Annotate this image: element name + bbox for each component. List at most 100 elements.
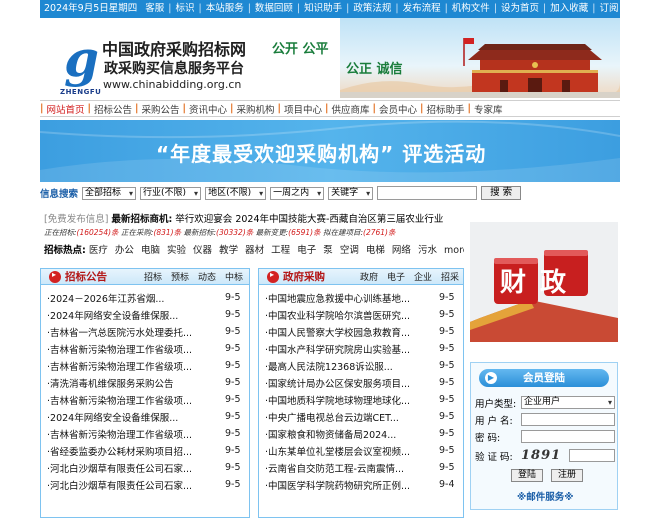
- hot-keyword-link[interactable]: 电子: [297, 245, 316, 256]
- item-title[interactable]: ·中国地震应急救援中心训练基地...: [259, 291, 439, 305]
- list-item[interactable]: ·中国人民警察大学校园急救教育... 9-5: [259, 323, 463, 340]
- list-item[interactable]: ·吉林省一汽总医院污水处理委托... 9-5: [41, 323, 249, 340]
- item-title[interactable]: ·吉林省新污染物治理工作省级项...: [41, 427, 225, 441]
- item-title[interactable]: ·2024－2026年江苏省烟...: [41, 291, 225, 305]
- keyword-input[interactable]: [377, 186, 478, 200]
- login-button[interactable]: 登陆: [511, 469, 544, 482]
- tab-enterprise[interactable]: 企业: [414, 270, 432, 283]
- hot-keyword-link[interactable]: 电脑: [141, 245, 160, 256]
- hot-keyword-link[interactable]: 器材: [245, 245, 264, 256]
- hot-keyword-link[interactable]: 办公: [115, 245, 134, 256]
- topbar-link-agency-docs[interactable]: 机构文件: [448, 0, 494, 18]
- list-item[interactable]: ·河北白沙烟草有限责任公司石家... 9-5: [41, 476, 249, 493]
- tab-awarded[interactable]: 中标: [225, 270, 243, 283]
- nav-item-experts[interactable]: 专家库: [471, 102, 506, 116]
- list-item[interactable]: ·2024年网络安全设备维保服... 9-5: [41, 408, 249, 425]
- nav-item-members[interactable]: 会员中心: [376, 102, 420, 116]
- list-item[interactable]: ·中央广播电视总台云边端CET... 9-5: [259, 408, 463, 425]
- register-button[interactable]: 注册: [551, 469, 584, 482]
- item-title[interactable]: ·吉林省新污染物治理工作省级项...: [41, 359, 225, 373]
- username-input[interactable]: [521, 413, 615, 426]
- item-title[interactable]: ·吉林省一汽总医院污水处理委托...: [41, 325, 225, 339]
- item-title[interactable]: ·2024年网络安全设备维保服...: [41, 308, 225, 322]
- list-item[interactable]: ·中国地质科学院地球物理地球化... 9-5: [259, 391, 463, 408]
- hot-keyword-link[interactable]: 电梯: [366, 245, 385, 256]
- captcha-image[interactable]: 1891: [521, 448, 569, 463]
- list-item[interactable]: ·中国水产科学研究院房山实验基... 9-5: [259, 340, 463, 357]
- bid-type-select[interactable]: 全部招标: [82, 186, 137, 200]
- nav-item-home[interactable]: 网站首页: [43, 102, 87, 116]
- list-item[interactable]: ·最高人民法院12368诉讼服... 9-5: [259, 357, 463, 374]
- topbar-link-policy[interactable]: 政策法规: [349, 0, 395, 18]
- topbar-link-biaoshi[interactable]: 标识: [171, 0, 198, 18]
- region-select[interactable]: 地区(不限): [205, 186, 267, 200]
- tab-pre-bid[interactable]: 预标: [171, 270, 189, 283]
- mail-service-link[interactable]: ※邮件服务※: [517, 489, 573, 503]
- item-title[interactable]: ·中国水产科学研究院房山实验基...: [259, 342, 439, 356]
- hot-keywords-more-link[interactable]: more>>: [444, 245, 464, 256]
- topbar-link-data-review[interactable]: 数据回顾: [251, 0, 297, 18]
- hot-keyword-link[interactable]: 工程: [271, 245, 290, 256]
- item-title[interactable]: ·清洗消毒机维保服务采购公告: [41, 376, 225, 390]
- item-title[interactable]: ·中国农业科学院哈尔滨兽医研究...: [259, 308, 439, 322]
- topbar-link-service[interactable]: 本站服务: [202, 0, 248, 18]
- nav-item-projects[interactable]: 项目中心: [281, 102, 325, 116]
- list-item[interactable]: ·河北白沙烟草有限责任公司石家... 9-5: [41, 459, 249, 476]
- item-title[interactable]: ·2024年网络安全设备维保服...: [41, 410, 225, 424]
- nav-item-procurement[interactable]: 采购公告: [138, 102, 182, 116]
- list-item[interactable]: ·2024－2026年江苏省烟... 9-5: [41, 289, 249, 306]
- hot-keyword-link[interactable]: 网络: [392, 245, 411, 256]
- tab-updates[interactable]: 动态: [198, 270, 216, 283]
- list-item[interactable]: ·云南省自交防范工程-云南震情... 9-5: [259, 459, 463, 476]
- hot-keyword-link[interactable]: 仪器: [193, 245, 212, 256]
- list-item[interactable]: ·国家粮食和物资储备局2024... 9-5: [259, 425, 463, 442]
- finance-promo-image[interactable]: 财政: [470, 222, 618, 342]
- item-title[interactable]: ·河北白沙烟草有限责任公司石家...: [41, 478, 225, 492]
- list-item[interactable]: ·吉林省新污染物治理工作省级项... 9-5: [41, 391, 249, 408]
- list-item[interactable]: ·2024年网络安全设备维保服... 9-5: [41, 306, 249, 323]
- hot-keyword-link[interactable]: 教学: [219, 245, 238, 256]
- topbar-link-subscribe[interactable]: 订阅: [595, 0, 620, 18]
- topbar-link-set-home[interactable]: 设为首页: [497, 0, 543, 18]
- nav-item-agencies[interactable]: 采购机构: [233, 102, 277, 116]
- list-item[interactable]: ·省经委监委办公耗材采购项目招... 9-5: [41, 442, 249, 459]
- password-input[interactable]: [521, 430, 615, 443]
- panel-title[interactable]: 招标公告: [65, 269, 107, 284]
- item-title[interactable]: ·吉林省新污染物治理工作省级项...: [41, 342, 225, 356]
- item-title[interactable]: ·云南省自交防范工程-云南震情...: [259, 461, 439, 475]
- list-item[interactable]: ·吉林省新污染物治理工作省级项... 9-5: [41, 357, 249, 374]
- list-item[interactable]: ·国家统计局办公区保安服务项目... 9-5: [259, 374, 463, 391]
- list-item[interactable]: ·吉林省新污染物治理工作省级项... 9-5: [41, 340, 249, 357]
- hot-keyword-link[interactable]: 空调: [340, 245, 359, 256]
- free-publish-link[interactable]: [免费发布信息]: [44, 214, 108, 225]
- item-title[interactable]: ·山东某单位礼堂楼层会议室视频...: [259, 444, 439, 458]
- list-item[interactable]: ·吉林省新污染物治理工作省级项... 9-5: [41, 425, 249, 442]
- hot-keyword-link[interactable]: 实验: [167, 245, 186, 256]
- list-item[interactable]: ·中国医学科学院药物研究所正例... 9-4: [259, 476, 463, 493]
- nav-item-suppliers[interactable]: 供应商库: [328, 102, 372, 116]
- ticker-text[interactable]: 举行欢迎宴会 2024年中国技能大赛-西藏自治区第三届农业行业: [175, 214, 443, 225]
- topbar-link-kefu[interactable]: 客服: [141, 0, 168, 18]
- item-title[interactable]: ·国家统计局办公区保安服务项目...: [259, 376, 439, 390]
- hot-keyword-link[interactable]: 医疗: [89, 245, 108, 256]
- site-logo[interactable]: g ZHENGFU: [50, 30, 101, 97]
- item-title[interactable]: ·中国地质科学院地球物理地球化...: [259, 393, 439, 407]
- hot-keyword-link[interactable]: 泵: [323, 245, 333, 256]
- item-title[interactable]: ·中国人民警察大学校园急救教育...: [259, 325, 439, 339]
- tab-tender[interactable]: 招采: [441, 270, 459, 283]
- topbar-link-favorite[interactable]: 加入收藏: [546, 0, 592, 18]
- tab-electronic[interactable]: 电子: [387, 270, 405, 283]
- item-title[interactable]: ·最高人民法院12368诉讼服...: [259, 359, 439, 373]
- search-field-select[interactable]: 关键字: [328, 186, 374, 200]
- user-type-select[interactable]: 企业用户: [521, 396, 615, 409]
- list-item[interactable]: ·中国地震应急救援中心训练基地... 9-5: [259, 289, 463, 306]
- promo-banner[interactable]: “年度最受欢迎采购机构” 评选活动: [40, 120, 620, 182]
- tab-bidding[interactable]: 招标: [144, 270, 162, 283]
- topbar-link-knowledge[interactable]: 知识助手: [300, 0, 346, 18]
- panel-title[interactable]: 政府采购: [283, 269, 325, 284]
- item-title[interactable]: ·中国医学科学院药物研究所正例...: [259, 478, 439, 492]
- list-item[interactable]: ·山东某单位礼堂楼层会议室视频... 9-5: [259, 442, 463, 459]
- item-title[interactable]: ·吉林省新污染物治理工作省级项...: [41, 393, 225, 407]
- list-item[interactable]: ·清洗消毒机维保服务采购公告 9-5: [41, 374, 249, 391]
- nav-item-news[interactable]: 资讯中心: [186, 102, 230, 116]
